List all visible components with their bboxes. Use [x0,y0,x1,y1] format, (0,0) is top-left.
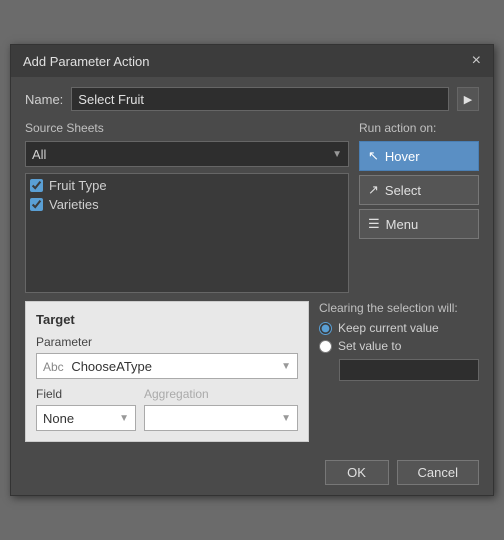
keep-current-option[interactable]: Keep current value [319,321,479,335]
aggregation-section: Aggregation ▼ [144,387,298,431]
field-label: Field [36,387,136,401]
add-parameter-action-dialog: Add Parameter Action × Name: ▶ Source Sh… [10,44,494,496]
chevron-down-icon: ▼ [119,413,129,424]
chevron-down-icon: ▼ [281,413,291,424]
parameter-label: Parameter [36,335,298,349]
dialog-body: Name: ▶ Source Sheets All ▼ Fruit Type [11,77,493,452]
name-input[interactable] [71,87,449,111]
field-section: Field None ▼ [36,387,136,431]
varieties-label: Varieties [49,197,99,212]
main-content: Source Sheets All ▼ Fruit Type Varieties [25,121,479,293]
chevron-down-icon: ▼ [332,149,342,160]
source-sheets-dropdown[interactable]: All ▼ [25,141,349,167]
keep-current-radio[interactable] [319,322,332,335]
set-value-option[interactable]: Set value to [319,339,479,353]
keep-current-label: Keep current value [338,321,439,335]
clearing-label: Clearing the selection will: [319,301,479,315]
select-button[interactable]: ↗ Select [359,175,479,205]
aggregation-dropdown[interactable]: ▼ [144,405,298,431]
menu-label: Menu [386,217,419,232]
varieties-checkbox[interactable] [30,198,43,211]
hover-button[interactable]: ↖ Hover [359,141,479,171]
menu-button[interactable]: ☰ Menu [359,209,479,239]
run-action-label: Run action on: [359,121,479,135]
run-action-panel: Run action on: ↖ Hover ↗ Select ☰ Menu [359,121,479,293]
dialog-title: Add Parameter Action [23,54,149,69]
param-type-label: Abc [43,360,64,374]
target-panel: Target Parameter Abc ChooseAType ▼ Field… [25,301,309,442]
set-value-radio[interactable] [319,340,332,353]
parameter-type-prefix: Abc ChooseAType [43,359,152,374]
title-bar: Add Parameter Action × [11,45,493,77]
field-value: None [43,411,74,426]
clearing-options-panel: Clearing the selection will: Keep curren… [319,301,479,442]
select-cursor-icon: ↗ [368,182,379,198]
source-sheets-label: Source Sheets [25,121,349,135]
fruit-type-label: Fruit Type [49,178,107,193]
list-item: Varieties [30,197,344,212]
menu-cursor-icon: ☰ [368,216,380,232]
cancel-button[interactable]: Cancel [397,460,479,485]
arrow-icon: ▶ [464,93,472,106]
target-title: Target [36,312,298,327]
source-sheets-panel: Source Sheets All ▼ Fruit Type Varieties [25,121,349,293]
aggregation-label: Aggregation [144,387,298,401]
hover-label: Hover [385,149,420,164]
name-row: Name: ▶ [25,87,479,111]
fruit-type-checkbox[interactable] [30,179,43,192]
bottom-section: Target Parameter Abc ChooseAType ▼ Field… [25,301,479,442]
field-aggregation-row: Field None ▼ Aggregation ▼ [36,387,298,431]
name-arrow-button[interactable]: ▶ [457,87,479,111]
footer: OK Cancel [11,452,493,495]
source-dropdown-value: All [32,147,46,162]
ok-button[interactable]: OK [325,460,389,485]
set-value-label: Set value to [338,339,401,353]
name-label: Name: [25,92,63,107]
param-value: ChooseAType [71,359,152,374]
field-dropdown[interactable]: None ▼ [36,405,136,431]
parameter-dropdown[interactable]: Abc ChooseAType ▼ [36,353,298,379]
list-item: Fruit Type [30,178,344,193]
sheets-list: Fruit Type Varieties [25,173,349,293]
chevron-down-icon: ▼ [281,361,291,372]
set-value-input[interactable] [339,359,479,381]
hover-cursor-icon: ↖ [368,148,379,164]
close-button[interactable]: × [472,53,481,69]
select-label: Select [385,183,421,198]
